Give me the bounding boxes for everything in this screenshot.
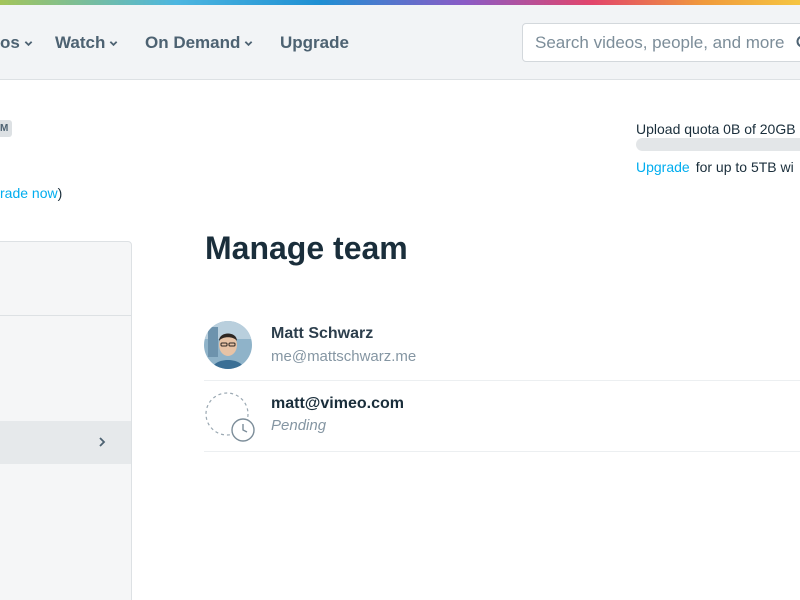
nav-on-demand-label: On Demand <box>145 33 241 52</box>
top-navigation: os Watch On Demand Upgrade <box>0 5 800 80</box>
upload-quota-text: Upload quota 0B of 20GB <box>636 121 796 137</box>
upgrade-now-text: rade now) <box>0 185 62 201</box>
nav-videos-label: os <box>0 33 20 52</box>
upload-quota: Upload quota 0B of 20GB Upgrade for up to… <box>636 121 800 175</box>
search-input[interactable] <box>535 24 795 61</box>
quota-upsell: Upgrade for up to 5TB wi <box>636 159 794 175</box>
upload-quota-bar <box>636 138 800 151</box>
search-icon[interactable] <box>796 35 800 51</box>
pending-clock-icon <box>205 392 255 442</box>
member-status: Pending <box>271 417 327 434</box>
nav-watch-menu[interactable]: Watch <box>55 32 118 54</box>
team-member-row[interactable]: matt@vimeo.com Pending <box>204 381 800 452</box>
chevron-down-icon <box>245 40 253 46</box>
member-email-invite: matt@vimeo.com <box>271 395 404 412</box>
user-photo-icon <box>204 321 252 369</box>
member-email: me@mattschwarz.me <box>271 348 417 365</box>
upgrade-now-suffix: ) <box>57 185 63 201</box>
team-member-row[interactable]: Matt Schwarz me@mattschwarz.me <box>204 311 800 381</box>
search-box <box>522 23 800 62</box>
page-title: Manage team <box>205 230 408 266</box>
upgrade-now-link[interactable]: rade now <box>0 185 58 201</box>
settings-sidebar <box>0 241 132 600</box>
member-name: Matt Schwarz <box>271 325 374 342</box>
chevron-down-icon <box>110 40 118 46</box>
nav-upgrade-link[interactable]: Upgrade <box>280 32 349 54</box>
quota-upsell-text: for up to 5TB wi <box>695 159 794 175</box>
sidebar-divider <box>0 315 131 316</box>
nav-on-demand-menu[interactable]: On Demand <box>145 32 253 54</box>
sidebar-item-active[interactable] <box>0 421 131 464</box>
avatar <box>204 321 252 369</box>
nav-watch-label: Watch <box>55 33 106 52</box>
quota-upgrade-link[interactable]: Upgrade <box>636 159 690 175</box>
nav-upgrade-label: Upgrade <box>280 33 349 52</box>
nav-videos-menu[interactable]: os <box>0 32 33 54</box>
chevron-right-icon <box>99 437 106 447</box>
account-badge: M <box>0 120 13 137</box>
chevron-down-icon <box>24 40 33 46</box>
